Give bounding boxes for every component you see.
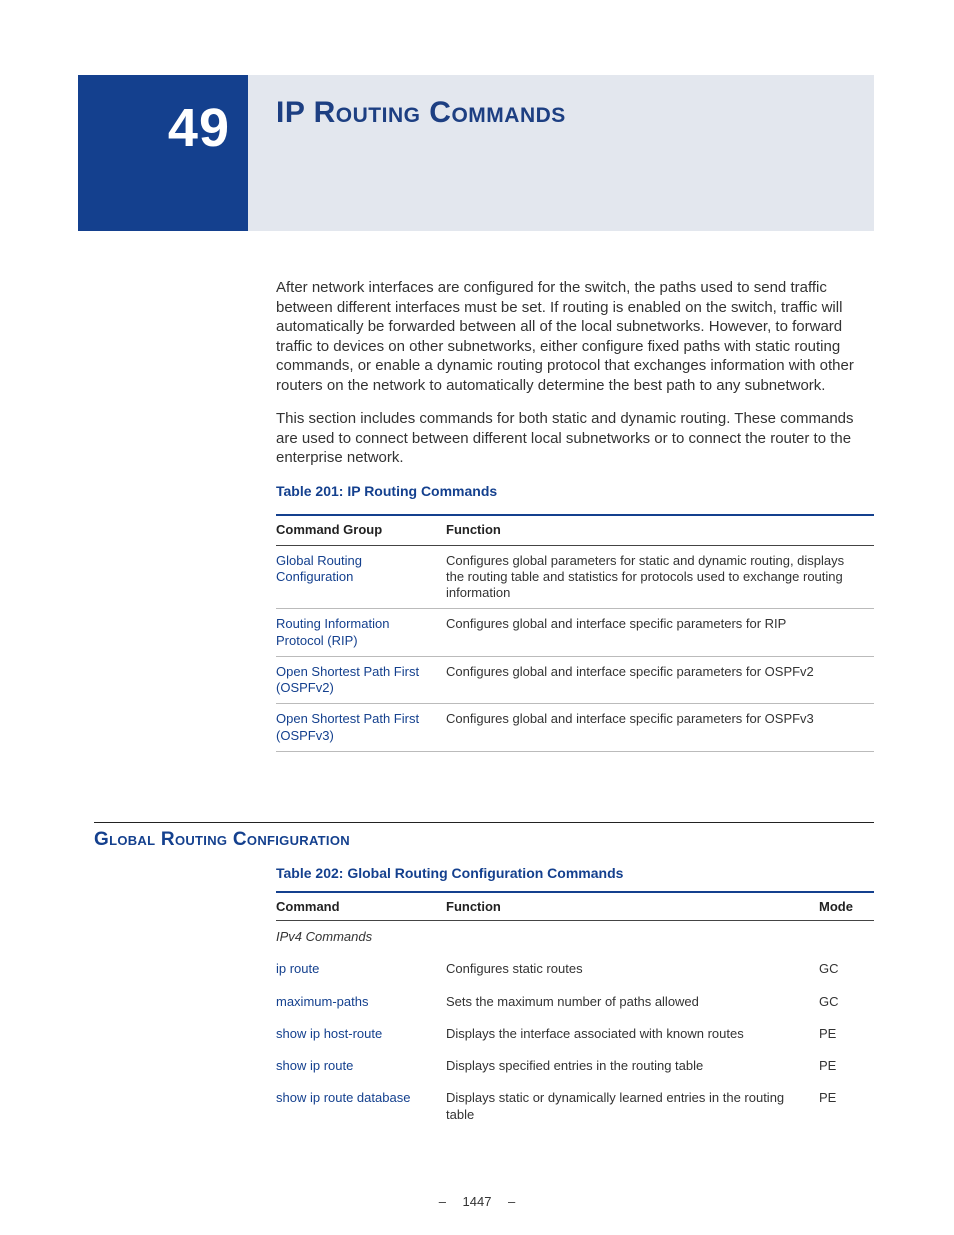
table-row: show ip host-route Displays the interfac…	[276, 1018, 874, 1050]
table-row: show ip route database Displays static o…	[276, 1082, 874, 1131]
table-202-wrap: Table 202: Global Routing Configuration …	[276, 865, 874, 1131]
table-201-row-0-group[interactable]: Global Routing Configuration	[276, 545, 446, 609]
table-201-row-1-group[interactable]: Routing Information Protocol (RIP)	[276, 609, 446, 657]
table-201: Command Group Function Global Routing Co…	[276, 514, 874, 752]
table-201-row-2-group[interactable]: Open Shortest Path First (OSPFv2)	[276, 656, 446, 704]
section-global-routing: Global Routing Configuration Table 202: …	[94, 822, 874, 1131]
table-202-row-0-mode: GC	[819, 953, 874, 985]
table-row: ip route Configures static routes GC	[276, 953, 874, 985]
table-202-row-4-mode: PE	[819, 1082, 874, 1131]
section-rule	[94, 822, 874, 823]
table-row: Open Shortest Path First (OSPFv2) Config…	[276, 656, 874, 704]
table-202-row-3-mode: PE	[819, 1050, 874, 1082]
table-row: maximum-paths Sets the maximum number of…	[276, 986, 874, 1018]
table-row: Global Routing Configuration Configures …	[276, 545, 874, 609]
chapter-number: 49	[78, 97, 230, 159]
table-202-row-4-func: Displays static or dynamically learned e…	[446, 1082, 819, 1131]
chapter-number-block: 49	[78, 75, 248, 231]
table-201-row-3-group[interactable]: Open Shortest Path First (OSPFv3)	[276, 704, 446, 752]
table-202-header-function: Function	[446, 892, 819, 921]
table-202-subhead-row: IPv4 Commands	[276, 921, 874, 954]
table-201-row-3-func: Configures global and interface specific…	[446, 704, 874, 752]
table-201-row-2-func: Configures global and interface specific…	[446, 656, 874, 704]
table-202: Command Function Mode IPv4 Commands ip r…	[276, 891, 874, 1131]
intro-paragraph-1: After network interfaces are configured …	[276, 278, 874, 395]
table-202-row-2-cmd[interactable]: show ip host-route	[276, 1018, 446, 1050]
table-202-subhead: IPv4 Commands	[276, 921, 874, 954]
table-202-row-2-mode: PE	[819, 1018, 874, 1050]
table-202-caption: Table 202: Global Routing Configuration …	[276, 865, 874, 881]
body-column: After network interfaces are configured …	[276, 278, 874, 760]
table-201-header-function: Function	[446, 515, 874, 545]
table-202-row-2-func: Displays the interface associated with k…	[446, 1018, 819, 1050]
page: 49 IP Routing Commands After network int…	[0, 0, 954, 1235]
table-202-row-1-mode: GC	[819, 986, 874, 1018]
table-202-row-0-func: Configures static routes	[446, 953, 819, 985]
table-202-header-command: Command	[276, 892, 446, 921]
table-row: Open Shortest Path First (OSPFv3) Config…	[276, 704, 874, 752]
section-heading: Global Routing Configuration	[94, 829, 874, 851]
table-201-header-group: Command Group	[276, 515, 446, 545]
table-201-row-0-func: Configures global parameters for static …	[446, 545, 874, 609]
table-row: show ip route Displays specified entries…	[276, 1050, 874, 1082]
table-202-row-1-cmd[interactable]: maximum-paths	[276, 986, 446, 1018]
table-201-row-1-func: Configures global and interface specific…	[446, 609, 874, 657]
table-202-row-4-cmd[interactable]: show ip route database	[276, 1082, 446, 1131]
table-202-row-0-cmd[interactable]: ip route	[276, 953, 446, 985]
table-202-row-1-func: Sets the maximum number of paths allowed	[446, 986, 819, 1018]
chapter-title: IP Routing Commands	[276, 96, 566, 130]
table-202-row-3-cmd[interactable]: show ip route	[276, 1050, 446, 1082]
intro-paragraph-2: This section includes commands for both …	[276, 409, 874, 468]
table-202-header-mode: Mode	[819, 892, 874, 921]
table-202-row-3-func: Displays specified entries in the routin…	[446, 1050, 819, 1082]
table-row: Routing Information Protocol (RIP) Confi…	[276, 609, 874, 657]
page-number: – 1447 –	[0, 1194, 954, 1209]
table-201-caption: Table 201: IP Routing Commands	[276, 482, 874, 500]
